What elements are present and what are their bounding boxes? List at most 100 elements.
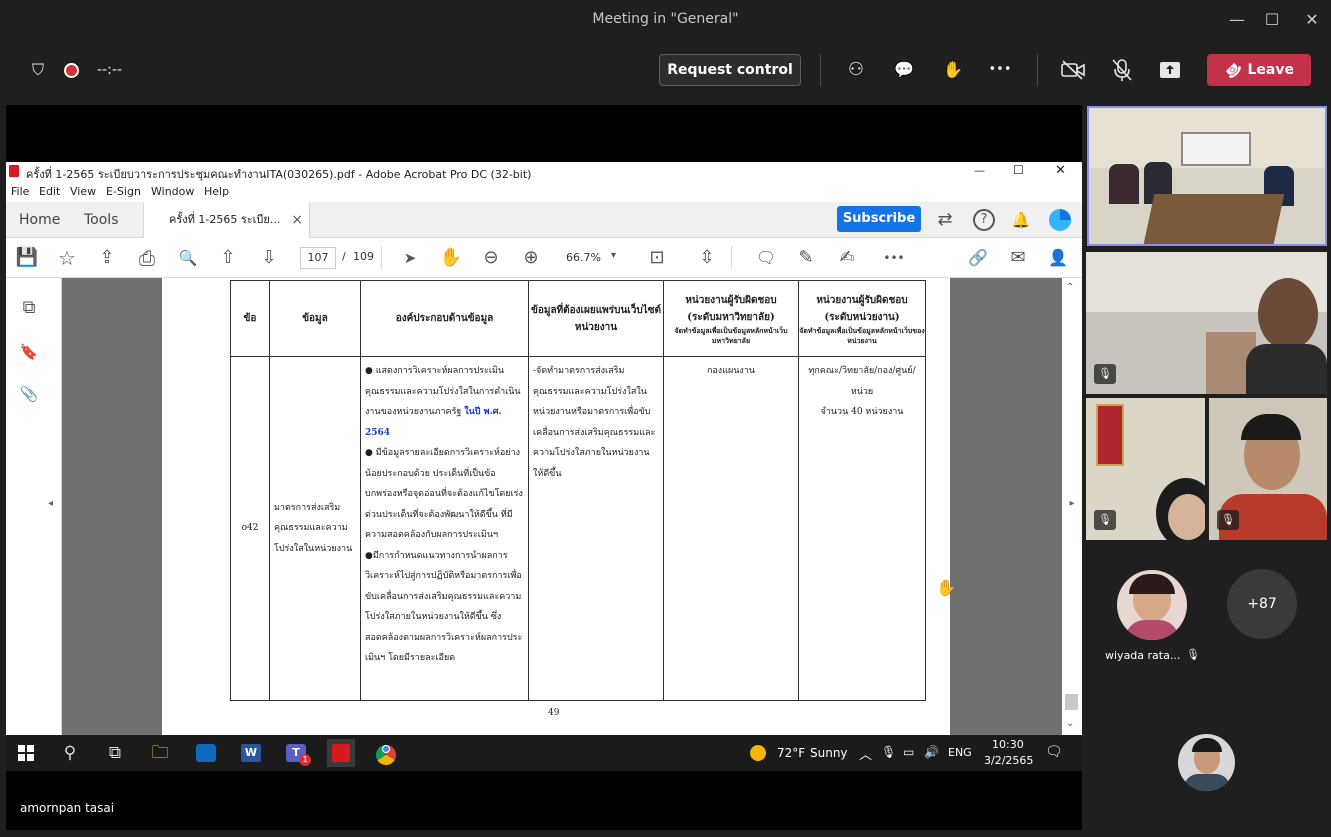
print-icon[interactable]: ⎙ xyxy=(133,244,161,272)
weather-temp[interactable]: 72°F xyxy=(777,746,805,760)
hand-icon[interactable]: ✋ xyxy=(437,244,465,272)
close-icon[interactable]: ✕ xyxy=(1295,6,1329,34)
tab-close-icon[interactable]: × xyxy=(291,202,303,238)
select-arrow-icon[interactable]: ➤ xyxy=(396,244,424,272)
menu-edit[interactable]: Edit xyxy=(39,185,60,198)
star-icon[interactable]: ☆ xyxy=(53,244,81,272)
menu-esign[interactable]: E-Sign xyxy=(106,185,141,198)
share-screen-icon[interactable]: ⇄ xyxy=(931,206,959,234)
search-zoom-icon[interactable]: 🔍 xyxy=(174,244,202,272)
zoom-level[interactable]: 66.7% xyxy=(566,251,601,264)
zoom-out-icon[interactable]: ⊖ xyxy=(477,244,505,272)
save-icon[interactable]: 💾 xyxy=(13,244,41,272)
request-control-button[interactable]: Request control xyxy=(659,54,801,86)
raise-hand-icon[interactable]: ✋ xyxy=(938,55,968,85)
acrobat-minimize-icon[interactable]: — xyxy=(974,164,985,177)
document-canvas[interactable]: ข้อ ข้อมูล องค์ประกอบด้านข้อมูล ข้อมูลที… xyxy=(62,278,1062,735)
search-icon[interactable]: ⚲ xyxy=(56,739,84,767)
maximize-icon[interactable]: ☐ xyxy=(1255,6,1289,34)
bell-icon[interactable]: 🔔 xyxy=(1007,206,1035,234)
more-tools-icon[interactable]: ••• xyxy=(880,244,908,272)
window-title: Meeting in "General" xyxy=(592,11,739,27)
menu-view[interactable]: View xyxy=(70,185,96,198)
mic-off-icon[interactable] xyxy=(1107,55,1137,85)
windows-taskbar: ⚲ ⧉ 🗀 W T 1 72°F Sunny ︿ 🎙 ▭ 🔊 ENG 10:30… xyxy=(6,735,1082,771)
shield-icon[interactable]: ⛉ xyxy=(23,55,53,85)
network-icon[interactable]: ▭ xyxy=(903,745,914,759)
word-icon[interactable]: W xyxy=(237,739,265,767)
acrobat-icon[interactable] xyxy=(327,739,355,767)
scroll-thumb[interactable] xyxy=(1065,694,1078,710)
video-tile-participant[interactable]: 🎙 xyxy=(1086,252,1327,394)
minimize-icon[interactable]: — xyxy=(1220,6,1254,34)
avatar[interactable] xyxy=(1178,734,1235,791)
mic-icon[interactable]: 🎙 xyxy=(881,745,896,759)
sign-icon[interactable]: ✍ xyxy=(833,244,861,272)
tab-tools[interactable]: Tools xyxy=(84,202,119,238)
clock-time[interactable]: 10:30 xyxy=(992,738,1024,751)
unit-count: จำนวน 40 หน่วยงาน xyxy=(820,407,904,417)
file-explorer-icon[interactable]: 🗀 xyxy=(146,739,174,767)
chrome-icon[interactable] xyxy=(372,739,400,767)
comment-icon[interactable]: 🗨 xyxy=(752,244,780,272)
video-tile-participant[interactable]: 🎙 xyxy=(1086,398,1205,540)
task-view-icon[interactable]: ⧉ xyxy=(101,739,129,767)
account-icon[interactable]: 👤 xyxy=(1044,244,1072,272)
account-avatar-icon[interactable] xyxy=(1049,209,1071,231)
subscribe-button[interactable]: Subscribe xyxy=(837,206,921,232)
weather-icon[interactable] xyxy=(750,745,766,761)
volume-icon[interactable]: 🔊 xyxy=(924,745,939,759)
scroll-up-icon[interactable]: ⌃ xyxy=(1066,282,1074,293)
meeting-toolbar: ⛉ --:-- Request control ⚇ 💬 ✋ ••• ☎ Leave xyxy=(0,40,1331,102)
hand-cursor-icon: ✋ xyxy=(936,578,956,597)
menu-file[interactable]: File xyxy=(11,185,29,198)
leave-button[interactable]: ☎ Leave xyxy=(1207,54,1311,86)
language-indicator[interactable]: ENG xyxy=(948,746,972,759)
outlook-icon[interactable] xyxy=(192,739,220,767)
vertical-scrollbar[interactable]: ⌃ ▸ ⌄ xyxy=(1062,278,1082,735)
upload-icon[interactable]: ⇪ xyxy=(93,244,121,272)
page-up-icon[interactable]: ⇧ xyxy=(214,244,242,272)
share-icon[interactable] xyxy=(1155,55,1185,85)
notification-icon[interactable]: 🗨 xyxy=(1045,744,1063,760)
windows-start-icon[interactable] xyxy=(12,739,40,767)
page-thumbnails-icon[interactable]: ⧉ xyxy=(15,294,43,322)
video-tile-room[interactable] xyxy=(1087,106,1327,246)
component-item: ●มีการกำหนดแนวทางการนำผลการวิเคราะห์ไปสู… xyxy=(365,550,523,664)
menu-help[interactable]: Help xyxy=(204,185,229,198)
scroll-mode-icon[interactable]: ⇳ xyxy=(693,244,721,272)
collapse-left-icon[interactable]: ◂ xyxy=(48,498,53,509)
zoom-in-icon[interactable]: ⊕ xyxy=(517,244,545,272)
header-unit-title: หน่วยงานผู้รับผิดชอบ xyxy=(816,294,908,306)
attachment-icon[interactable]: 📎 xyxy=(15,380,43,408)
video-tile-participant[interactable]: 🎙 xyxy=(1209,398,1327,540)
page-number-input[interactable]: 107 xyxy=(300,247,336,269)
avatar[interactable] xyxy=(1117,570,1187,640)
tab-document[interactable]: ครั้งที่ 1-2565 ระเบีย... × xyxy=(143,202,310,239)
page-down-icon[interactable]: ⇩ xyxy=(255,244,283,272)
mail-icon[interactable]: ✉ xyxy=(1004,244,1032,272)
clock-date[interactable]: 3/2/2565 xyxy=(984,754,1033,767)
weather-text[interactable]: Sunny xyxy=(810,746,848,760)
camera-off-icon[interactable] xyxy=(1058,55,1088,85)
header-unit-note: จัดทำข้อมูลเพื่อเป็นข้อมูลหลักหน้าเว็บขอ… xyxy=(799,325,925,345)
more-participants-count[interactable]: +87 xyxy=(1227,569,1297,639)
tray-expand-icon[interactable]: ︿ xyxy=(859,744,872,763)
fit-page-icon[interactable]: ⊡ xyxy=(643,244,671,272)
highlight-icon[interactable]: ✎ xyxy=(792,244,820,272)
more-icon[interactable]: ••• xyxy=(985,55,1015,85)
acrobat-close-icon[interactable]: ✕ xyxy=(1055,163,1066,178)
menu-window[interactable]: Window xyxy=(151,185,194,198)
mic-off-icon: 🎙 xyxy=(1094,364,1116,384)
scroll-down-icon[interactable]: ⌄ xyxy=(1066,718,1074,729)
link-icon[interactable]: 🔗 xyxy=(964,244,992,272)
people-icon[interactable]: ⚇ xyxy=(841,55,871,85)
collapse-right-icon[interactable]: ▸ xyxy=(1062,498,1082,509)
teams-icon[interactable]: T 1 xyxy=(282,739,311,767)
tab-home[interactable]: Home xyxy=(19,202,60,238)
acrobat-restore-icon[interactable]: ☐ xyxy=(1013,163,1024,177)
bookmark-icon[interactable]: 🔖 xyxy=(15,338,43,366)
help-icon[interactable]: ? xyxy=(973,209,995,231)
zoom-dropdown-icon[interactable]: ▾ xyxy=(611,250,616,261)
chat-icon[interactable]: 💬 xyxy=(889,55,919,85)
